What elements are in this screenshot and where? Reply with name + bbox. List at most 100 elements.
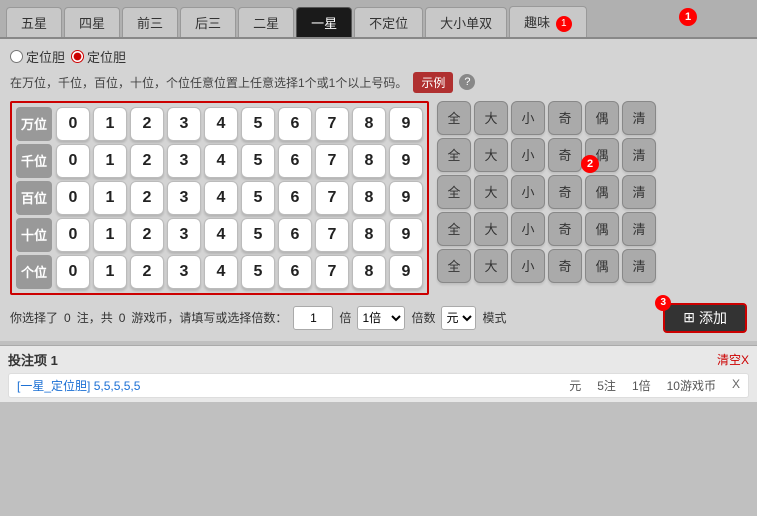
gewei-5[interactable]: 5	[241, 255, 275, 289]
baiwei-9[interactable]: 9	[389, 181, 423, 215]
baiwei-4[interactable]: 4	[204, 181, 238, 215]
qianwei-7[interactable]: 7	[315, 144, 349, 178]
wanwei-5[interactable]: 5	[241, 107, 275, 141]
wanwei-2[interactable]: 2	[130, 107, 164, 141]
tab-2star[interactable]: 二星	[238, 7, 294, 37]
tab-fun[interactable]: 趣味 1	[509, 6, 587, 37]
shiwei-8[interactable]: 8	[352, 218, 386, 252]
quick-row-4: 全 大 小 奇 偶 清	[437, 212, 656, 246]
quick-even-4[interactable]: 偶	[585, 212, 619, 246]
shiwei-7[interactable]: 7	[315, 218, 349, 252]
bet-item-remove[interactable]: X	[732, 377, 740, 394]
baiwei-0[interactable]: 0	[56, 181, 90, 215]
quick-even-5[interactable]: 偶	[585, 249, 619, 283]
gewei-3[interactable]: 3	[167, 255, 201, 289]
shiwei-4[interactable]: 4	[204, 218, 238, 252]
quick-big-1[interactable]: 大	[474, 101, 508, 135]
qianwei-2[interactable]: 2	[130, 144, 164, 178]
baiwei-2[interactable]: 2	[130, 181, 164, 215]
quick-clear-1[interactable]: 清	[622, 101, 656, 135]
baiwei-7[interactable]: 7	[315, 181, 349, 215]
gewei-8[interactable]: 8	[352, 255, 386, 289]
quick-odd-5[interactable]: 奇	[548, 249, 582, 283]
quick-small-3[interactable]: 小	[511, 175, 545, 209]
qianwei-3[interactable]: 3	[167, 144, 201, 178]
tab-back3[interactable]: 后三	[180, 7, 236, 37]
quick-all-4[interactable]: 全	[437, 212, 471, 246]
tab-1star[interactable]: 一星	[296, 7, 352, 37]
wanwei-3[interactable]: 3	[167, 107, 201, 141]
quick-small-1[interactable]: 小	[511, 101, 545, 135]
quick-even-1[interactable]: 偶	[585, 101, 619, 135]
quick-clear-3[interactable]: 清	[622, 175, 656, 209]
wanwei-7[interactable]: 7	[315, 107, 349, 141]
quick-small-2[interactable]: 小	[511, 138, 545, 172]
wanwei-9[interactable]: 9	[389, 107, 423, 141]
radio-dingweidan[interactable]: 定位胆	[10, 47, 65, 66]
quick-all-3[interactable]: 全	[437, 175, 471, 209]
wanwei-0[interactable]: 0	[56, 107, 90, 141]
example-button[interactable]: 示例	[413, 72, 453, 93]
gewei-4[interactable]: 4	[204, 255, 238, 289]
qianwei-6[interactable]: 6	[278, 144, 312, 178]
wanwei-8[interactable]: 8	[352, 107, 386, 141]
tab-4star[interactable]: 四星	[64, 7, 120, 37]
quick-all-2[interactable]: 全	[437, 138, 471, 172]
shiwei-0[interactable]: 0	[56, 218, 90, 252]
quick-big-4[interactable]: 大	[474, 212, 508, 246]
baiwei-8[interactable]: 8	[352, 181, 386, 215]
quick-all-1[interactable]: 全	[437, 101, 471, 135]
help-icon[interactable]: ?	[459, 74, 475, 90]
shiwei-1[interactable]: 1	[93, 218, 127, 252]
shiwei-3[interactable]: 3	[167, 218, 201, 252]
tab-bigsmall[interactable]: 大小单双	[425, 7, 507, 37]
baiwei-1[interactable]: 1	[93, 181, 127, 215]
quick-clear-5[interactable]: 清	[622, 249, 656, 283]
wanwei-1[interactable]: 1	[93, 107, 127, 141]
gewei-7[interactable]: 7	[315, 255, 349, 289]
baiwei-5[interactable]: 5	[241, 181, 275, 215]
quick-big-5[interactable]: 大	[474, 249, 508, 283]
tab-front3[interactable]: 前三	[122, 7, 178, 37]
qianwei-5[interactable]: 5	[241, 144, 275, 178]
quick-small-5[interactable]: 小	[511, 249, 545, 283]
quick-odd-1[interactable]: 奇	[548, 101, 582, 135]
quick-odd-2[interactable]: 奇	[548, 138, 582, 172]
multiplier-select[interactable]: 1倍 2倍 5倍 10倍	[357, 306, 405, 330]
radio-dingweidan2[interactable]: 定位胆	[71, 47, 126, 66]
row-baiwei: 百位 0 1 2 3 4 5 6 7 8 9	[16, 181, 423, 215]
baiwei-3[interactable]: 3	[167, 181, 201, 215]
quick-all-5[interactable]: 全	[437, 249, 471, 283]
qianwei-0[interactable]: 0	[56, 144, 90, 178]
shiwei-2[interactable]: 2	[130, 218, 164, 252]
quick-clear-2[interactable]: 清	[622, 138, 656, 172]
shiwei-9[interactable]: 9	[389, 218, 423, 252]
gewei-2[interactable]: 2	[130, 255, 164, 289]
quick-clear-4[interactable]: 清	[622, 212, 656, 246]
add-button[interactable]: ⊞ 添加	[663, 303, 747, 333]
multiplier-input[interactable]	[293, 306, 333, 330]
qianwei-4[interactable]: 4	[204, 144, 238, 178]
quick-even-3[interactable]: 偶	[585, 175, 619, 209]
shiwei-5[interactable]: 5	[241, 218, 275, 252]
unit-select[interactable]: 元 角	[441, 306, 476, 330]
gewei-6[interactable]: 6	[278, 255, 312, 289]
tab-5star[interactable]: 五星	[6, 7, 62, 37]
gewei-9[interactable]: 9	[389, 255, 423, 289]
tab-notfixed[interactable]: 不定位	[354, 7, 423, 37]
quick-small-4[interactable]: 小	[511, 212, 545, 246]
quick-big-3[interactable]: 大	[474, 175, 508, 209]
gewei-0[interactable]: 0	[56, 255, 90, 289]
qianwei-8[interactable]: 8	[352, 144, 386, 178]
gewei-1[interactable]: 1	[93, 255, 127, 289]
quick-odd-3[interactable]: 奇	[548, 175, 582, 209]
clear-button[interactable]: 清空X	[717, 351, 749, 368]
wanwei-4[interactable]: 4	[204, 107, 238, 141]
wanwei-6[interactable]: 6	[278, 107, 312, 141]
qianwei-9[interactable]: 9	[389, 144, 423, 178]
shiwei-6[interactable]: 6	[278, 218, 312, 252]
baiwei-6[interactable]: 6	[278, 181, 312, 215]
quick-big-2[interactable]: 大	[474, 138, 508, 172]
qianwei-1[interactable]: 1	[93, 144, 127, 178]
quick-odd-4[interactable]: 奇	[548, 212, 582, 246]
